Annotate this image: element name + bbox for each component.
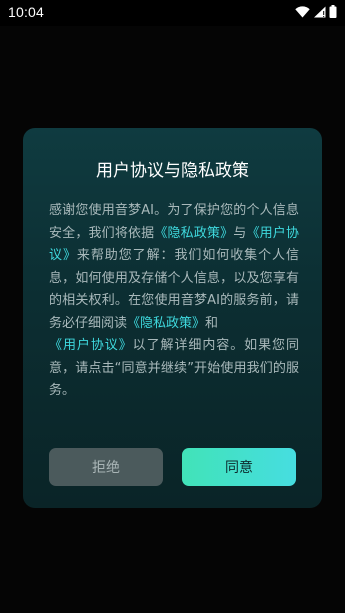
status-bar: 10:04 (0, 0, 345, 26)
privacy-policy-link[interactable]: 《隐私政策》 (154, 226, 233, 241)
reject-button-label: 拒绝 (92, 460, 120, 476)
privacy-agreement-dialog: 用户协议与隐私政策 感谢您使用音梦AI。为了保护您的个人信息安全，我们将依据《隐… (23, 128, 322, 508)
agree-button[interactable]: 同意 (182, 448, 296, 486)
wifi-icon (295, 5, 310, 18)
battery-icon (329, 5, 337, 18)
user-agreement-link[interactable]: 《用户协议》 (49, 338, 133, 353)
body-text-segment: 和 (205, 315, 219, 331)
reject-button[interactable]: 拒绝 (49, 448, 163, 486)
status-time: 10:04 (8, 4, 45, 20)
privacy-policy-link[interactable]: 《隐私政策》 (127, 316, 205, 331)
dialog-title: 用户协议与隐私政策 (96, 161, 249, 181)
body-text-segment: 与 (233, 225, 247, 241)
dialog-body-text: 感谢您使用音梦AI。为了保护您的个人信息安全，我们将依据《隐私政策》与《用户协议… (49, 200, 299, 403)
cellular-signal-icon (313, 6, 326, 18)
status-icons (295, 5, 337, 18)
agree-button-label: 同意 (225, 460, 253, 476)
